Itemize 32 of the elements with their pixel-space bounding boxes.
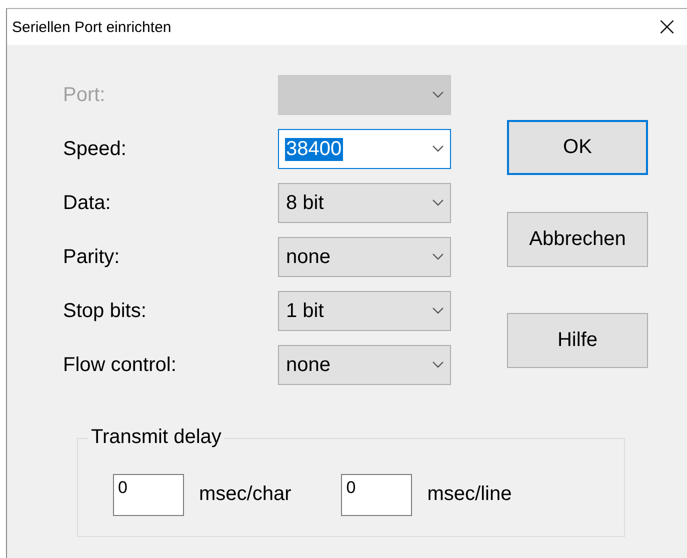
dropdown[interactable]: none [278, 345, 451, 385]
window-title: Seriellen Port einrichten [12, 18, 172, 36]
dropdown[interactable]: 38400 [278, 129, 451, 169]
close-button[interactable]: × [647, 9, 687, 45]
unit-label: msec/char [199, 483, 292, 506]
chevron-down-icon [432, 361, 444, 369]
unit-label: msec/line [427, 483, 512, 506]
field-label: Speed: [63, 138, 128, 160]
chevron-down-icon [432, 307, 444, 315]
chevron-down-icon [432, 199, 444, 207]
input-field[interactable]: 0 [341, 474, 412, 516]
chevron-down-icon [432, 91, 444, 99]
dropdown-value: 8 bit [285, 192, 325, 214]
dropdown[interactable]: none [278, 237, 451, 277]
field-label: Port: [63, 84, 106, 106]
dropdown-value: 1 bit [285, 300, 325, 322]
chevron-down-icon [432, 253, 444, 261]
field-label: Data: [63, 192, 112, 214]
dropdown[interactable]: 1 bit [278, 291, 451, 331]
dropdown-value: none [285, 246, 332, 268]
field-label: Parity: [63, 246, 121, 268]
input-field[interactable]: 0 [113, 474, 184, 516]
dropdown-value: 38400 [285, 138, 343, 160]
dropdown-value: none [285, 354, 332, 376]
field-label: Flow control: [63, 354, 178, 376]
chevron-down-icon [432, 145, 444, 153]
dialog-button[interactable]: Abbrechen [507, 212, 648, 267]
dialog-button[interactable]: Hilfe [507, 313, 648, 368]
dropdown[interactable]: 8 bit [278, 183, 451, 223]
group-title: Transmit delay [88, 426, 224, 449]
ok-button[interactable]: OK [507, 120, 648, 175]
field-label: Stop bits: [63, 300, 148, 322]
